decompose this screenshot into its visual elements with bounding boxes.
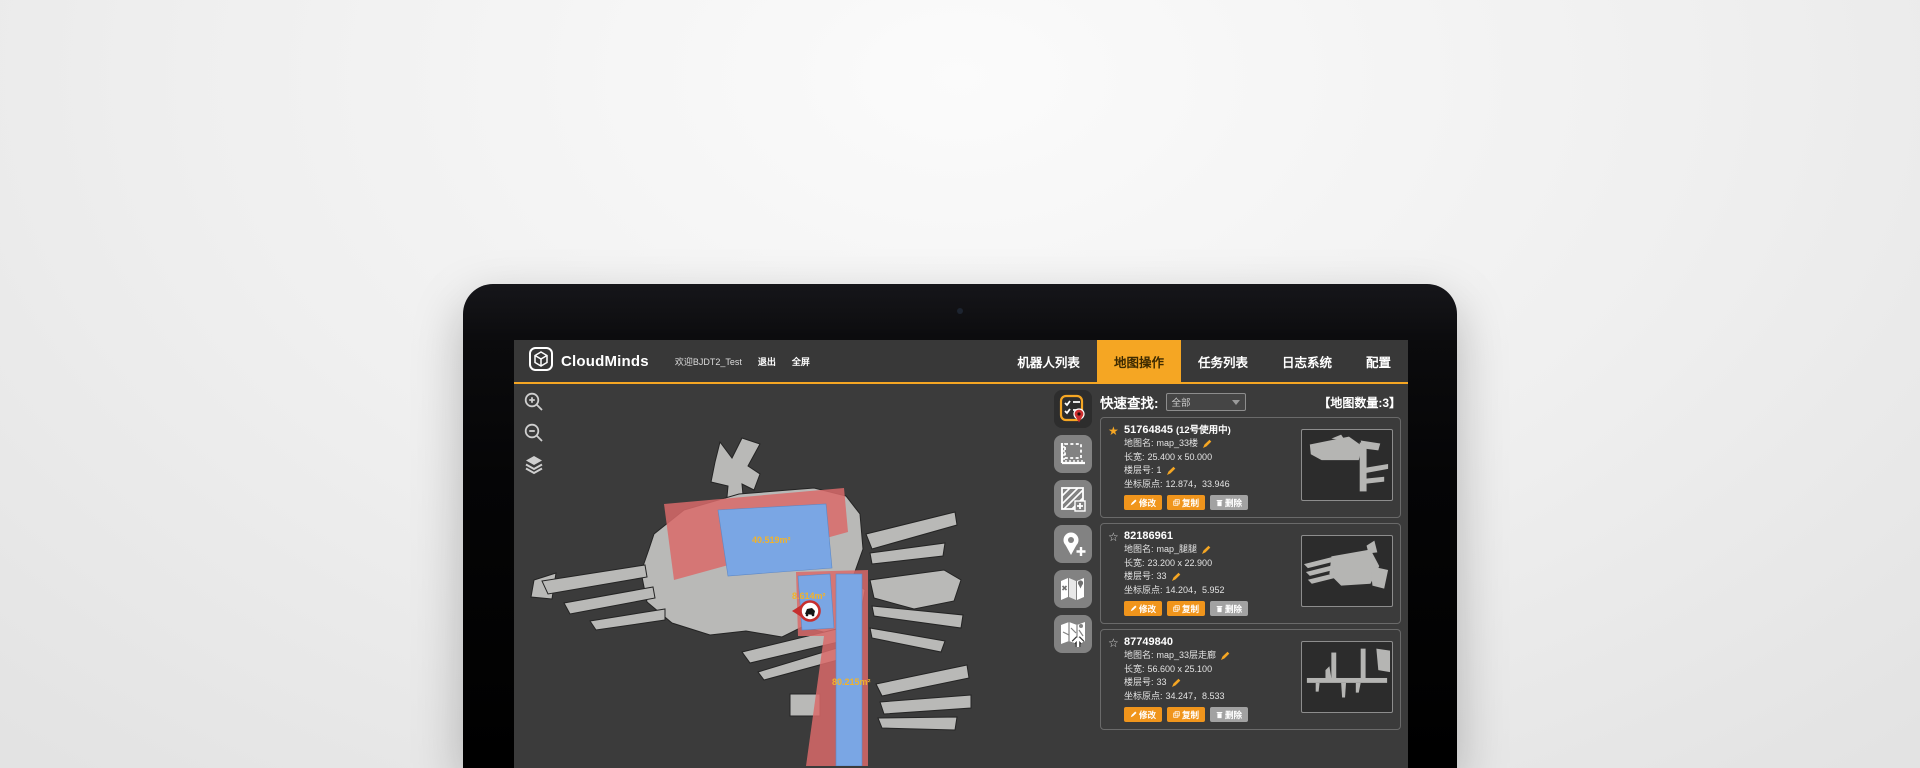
edit-pencil-icon[interactable]	[1166, 466, 1176, 476]
top-navbar: CloudMinds 欢迎BJDT2_Test 退出 全屏 机器人列表 地图操作…	[514, 340, 1408, 384]
tab-robot-list[interactable]: 机器人列表	[1000, 340, 1097, 382]
size-label: 长宽:	[1124, 557, 1145, 571]
edit-pencil-icon[interactable]	[1220, 651, 1230, 661]
add-virtual-zone-icon[interactable]	[1054, 480, 1092, 518]
map-floor: 33	[1157, 570, 1167, 584]
edit-pencil-icon[interactable]	[1171, 572, 1181, 582]
map-list-panel: 快速查找: 全部 【地图数量:3】 ★ 51764845(12号使用中) 地图名…	[1100, 384, 1401, 735]
delete-map-button[interactable]: 删除	[1210, 495, 1248, 510]
origin-label: 坐标原点:	[1124, 584, 1163, 598]
size-label: 长宽:	[1124, 451, 1145, 465]
layers-icon[interactable]	[523, 453, 545, 475]
cloudminds-logo-icon	[528, 346, 554, 377]
map-card-1: ★ 51764845(12号使用中) 地图名:map_33楼 长宽:25.400…	[1100, 417, 1401, 518]
map-marker-delete-icon[interactable]	[1054, 570, 1092, 608]
zoom-in-icon[interactable]	[523, 391, 545, 413]
map-id: 82186961	[1124, 530, 1173, 542]
floor-label: 楼层号:	[1124, 464, 1154, 478]
floor-label: 楼层号:	[1124, 676, 1154, 690]
map-size: 23.200 x 22.900	[1148, 557, 1213, 571]
map-name: map_33楼	[1157, 437, 1199, 451]
map-origin: 34.247，8.533	[1166, 690, 1225, 704]
fullscreen-link[interactable]: 全屏	[792, 355, 810, 368]
add-poi-icon[interactable]	[1054, 525, 1092, 563]
map-thumbnail[interactable]	[1301, 535, 1393, 607]
map-id: 51764845	[1124, 424, 1173, 436]
map-floor: 1	[1157, 464, 1162, 478]
main-tabs: 机器人列表 地图操作 任务列表 日志系统 配置	[1000, 340, 1408, 382]
map-status: (12号使用中)	[1176, 425, 1231, 436]
welcome-text: 欢迎BJDT2_Test	[675, 355, 742, 368]
map-id: 87749840	[1124, 636, 1173, 648]
map-title: 87749840	[1124, 636, 1295, 649]
brand-name: CloudMinds	[561, 353, 649, 370]
logout-link[interactable]: 退出	[758, 355, 776, 368]
map-size: 25.400 x 50.000	[1148, 451, 1213, 465]
content-area: 40.519m² 8.614m² 80.215m²	[514, 384, 1408, 766]
webcam-dot	[957, 308, 963, 314]
zoom-out-icon[interactable]	[523, 422, 545, 444]
edit-map-button[interactable]: 修改	[1124, 707, 1162, 722]
map-title: 82186961	[1124, 530, 1295, 543]
map-size: 56.600 x 25.100	[1148, 663, 1213, 677]
name-label: 地图名:	[1124, 437, 1154, 451]
edit-pencil-icon[interactable]	[1201, 545, 1211, 555]
quick-find-label: 快速查找:	[1100, 392, 1159, 412]
edit-map-button[interactable]: 修改	[1124, 495, 1162, 510]
map-controls	[523, 391, 545, 475]
map-origin: 12.874，33.946	[1166, 478, 1230, 492]
chevron-down-icon	[1232, 400, 1240, 405]
origin-label: 坐标原点:	[1124, 478, 1163, 492]
map-thumbnail[interactable]	[1301, 641, 1393, 713]
map-canvas[interactable]: 40.519m² 8.614m² 80.215m²	[514, 384, 1045, 766]
map-origin: 14.204，5.952	[1166, 584, 1225, 598]
app-screen: CloudMinds 欢迎BJDT2_Test 退出 全屏 机器人列表 地图操作…	[514, 340, 1408, 768]
star-icon[interactable]: ★	[1108, 424, 1124, 512]
map-toolbar	[1054, 390, 1092, 653]
copy-map-button[interactable]: 复制	[1167, 707, 1205, 722]
delete-map-button[interactable]: 删除	[1210, 601, 1248, 616]
floor-label: 楼层号:	[1124, 570, 1154, 584]
name-label: 地图名:	[1124, 649, 1154, 663]
tab-config[interactable]: 配置	[1349, 340, 1408, 382]
map-card-2: ☆ 82186961 地图名:map_腿腿 长宽:23.200 x 22.900…	[1100, 523, 1401, 624]
copy-map-button[interactable]: 复制	[1167, 601, 1205, 616]
favorite-task-pin-icon[interactable]	[1054, 390, 1092, 428]
origin-label: 坐标原点:	[1124, 690, 1163, 704]
map-title: 51764845(12号使用中)	[1124, 424, 1295, 437]
star-icon[interactable]: ☆	[1108, 530, 1124, 618]
map-upload-icon[interactable]	[1054, 615, 1092, 653]
area-label-2: 8.614m²	[792, 591, 826, 601]
panel-header: 快速查找: 全部 【地图数量:3】	[1100, 387, 1401, 417]
delete-map-button[interactable]: 删除	[1210, 707, 1248, 722]
measure-area-icon[interactable]	[1054, 435, 1092, 473]
brand: CloudMinds	[514, 340, 649, 382]
star-icon[interactable]: ☆	[1108, 636, 1124, 724]
size-label: 长宽:	[1124, 663, 1145, 677]
map-thumbnail[interactable]	[1301, 429, 1393, 501]
edit-map-button[interactable]: 修改	[1124, 601, 1162, 616]
tab-task-list[interactable]: 任务列表	[1181, 340, 1265, 382]
quick-find-selected: 全部	[1172, 395, 1232, 409]
quick-find-select[interactable]: 全部	[1166, 393, 1246, 411]
laptop-frame: CloudMinds 欢迎BJDT2_Test 退出 全屏 机器人列表 地图操作…	[463, 284, 1457, 768]
copy-map-button[interactable]: 复制	[1167, 495, 1205, 510]
tab-log-system[interactable]: 日志系统	[1265, 340, 1349, 382]
edit-pencil-icon[interactable]	[1171, 678, 1181, 688]
tab-map-operation[interactable]: 地图操作	[1097, 340, 1181, 382]
map-card-3: ☆ 87749840 地图名:map_33层走廊 长宽:56.600 x 25.…	[1100, 629, 1401, 730]
area-label-1: 40.519m²	[752, 535, 791, 545]
edit-pencil-icon[interactable]	[1202, 439, 1212, 449]
map-name: map_腿腿	[1157, 543, 1198, 557]
map-count: 【地图数量:3】	[1318, 394, 1401, 411]
map-floor: 33	[1157, 676, 1167, 690]
name-label: 地图名:	[1124, 543, 1154, 557]
map-name: map_33层走廊	[1157, 649, 1217, 663]
area-label-3: 80.215m²	[832, 677, 871, 687]
